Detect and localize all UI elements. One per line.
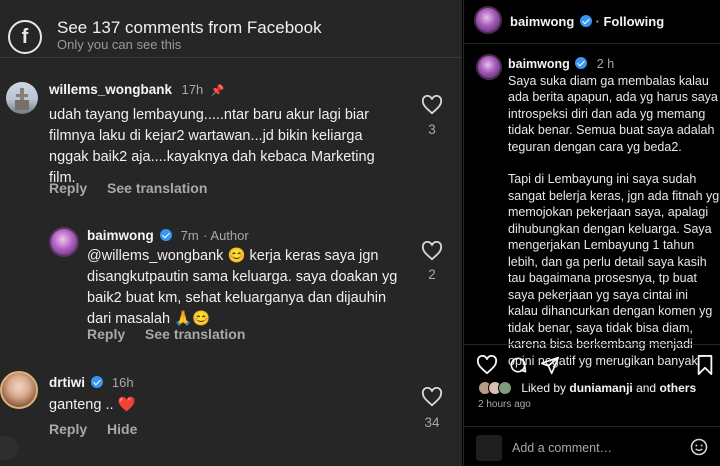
post-username[interactable]: baimwong [510, 14, 574, 29]
facebook-icon: f [8, 20, 42, 54]
share-icon[interactable] [540, 355, 560, 375]
caption-paragraph: Saya suka diam ga membalas kalau ada ber… [508, 73, 718, 154]
comment-text: @willems_wongbank 😊 kerja keras saya jgn… [87, 248, 398, 327]
liked-and: and [636, 381, 657, 395]
avatar[interactable] [49, 227, 79, 257]
like-count: 3 [428, 122, 436, 137]
comment-reply-item: baimwong 7m · Author @willems_wongbank 😊… [0, 222, 462, 352]
comment-time: 16h [111, 375, 134, 390]
liked-prefix: Liked by [521, 381, 567, 395]
post-time-ago: 2 hours ago [478, 399, 531, 410]
post-header: baimwong · Following [464, 0, 720, 44]
like-count: 34 [424, 415, 440, 430]
heart-icon[interactable] [476, 355, 498, 375]
comment-username[interactable]: drtiwi [49, 375, 85, 390]
like-count: 2 [428, 267, 436, 282]
comments-panel: f See 137 comments from Facebook Only yo… [0, 0, 462, 466]
avatar[interactable] [6, 82, 38, 114]
avatar[interactable] [474, 6, 502, 34]
pin-icon: 📌 [210, 85, 225, 97]
post-caption: baimwong 2 h Saya suka diam ga membalas … [508, 56, 720, 368]
liked-by-row: Liked by duniamanji and others [478, 381, 718, 395]
emoji-icon[interactable] [690, 438, 708, 456]
reply-button[interactable]: Reply [49, 421, 87, 437]
heart-icon[interactable] [421, 241, 443, 261]
verified-badge-icon [160, 229, 173, 241]
add-comment-bar: Add a comment… [464, 426, 720, 466]
verified-badge-icon [575, 57, 588, 69]
verified-badge-icon [91, 376, 104, 388]
comment-item: drtiwi 16h ganteng .. ❤️ Reply Hide 34 [0, 365, 462, 445]
comment-time: 17h [181, 82, 204, 97]
caption-time: 2 h [596, 57, 615, 71]
liked-user-link[interactable]: duniamanji [569, 381, 632, 395]
comment-username[interactable]: willems_wongbank [49, 82, 172, 97]
comment-text: udah tayang lembayung.....ntar baru akur… [49, 107, 375, 186]
comment-item: willems_wongbank 17h 📌 udah tayang lemba… [0, 70, 462, 210]
comment-text: ganteng .. ❤️ [49, 397, 136, 413]
comment-time: 7m [180, 228, 199, 243]
heart-icon[interactable] [421, 95, 443, 115]
verified-badge-icon [579, 15, 592, 27]
facebook-banner-subtitle: Only you can see this [57, 37, 182, 52]
liker-avatars [478, 381, 518, 395]
post-panel: baimwong · Following baimwong 2 h Saya s… [463, 0, 720, 466]
hide-button[interactable]: Hide [107, 421, 137, 437]
see-translation-button[interactable]: See translation [107, 180, 207, 196]
see-translation-button[interactable]: See translation [145, 326, 245, 342]
reply-button[interactable]: Reply [49, 180, 87, 196]
avatar [476, 435, 502, 461]
save-bookmark-icon[interactable] [697, 355, 713, 375]
facebook-banner-title: See 137 comments from Facebook [57, 18, 322, 37]
reply-button[interactable]: Reply [87, 326, 125, 342]
heart-icon[interactable] [421, 387, 443, 407]
add-comment-input[interactable]: Add a comment… [512, 441, 612, 455]
avatar[interactable] [476, 54, 502, 80]
facebook-comments-banner[interactable]: f See 137 comments from Facebook Only yo… [0, 0, 462, 58]
caption-paragraph: Tapi di Lembayung ini saya sudah sangat … [508, 172, 720, 368]
following-button[interactable]: Following [603, 14, 664, 29]
author-label: Author [210, 228, 249, 243]
comment-icon[interactable] [508, 355, 528, 375]
liked-others-link[interactable]: others [659, 381, 696, 395]
partial-avatar [0, 436, 18, 460]
post-action-bar [464, 344, 720, 380]
caption-username[interactable]: baimwong [508, 57, 570, 71]
comment-username[interactable]: baimwong [87, 228, 154, 243]
avatar[interactable] [0, 371, 38, 409]
